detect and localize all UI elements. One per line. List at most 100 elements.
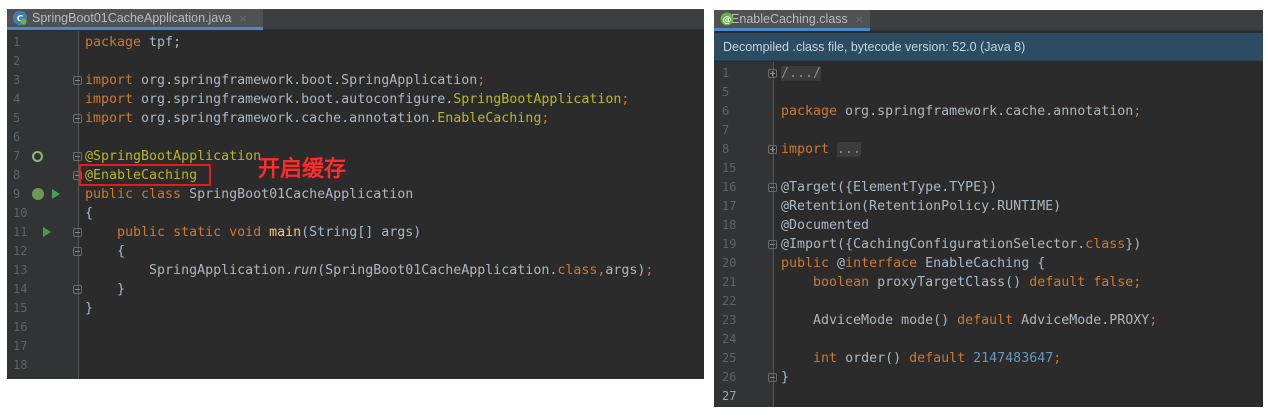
code-line[interactable]: 16 @Target({ElementType.TYPE}) [714, 178, 1263, 197]
code-line[interactable]: 20 public @interface EnableCaching { [714, 254, 1263, 273]
code-token: class, [557, 263, 606, 278]
code-line[interactable]: 6 package org.springframework.cache.annot… [714, 102, 1263, 121]
code-line[interactable]: 10 { [7, 204, 704, 223]
right-editor-pane: @ EnableCaching.class × Decompiled .clas… [714, 10, 1263, 407]
line-number: 15 [722, 161, 737, 175]
fold-marker-icon[interactable] [73, 247, 82, 256]
line-number: 18 [722, 218, 737, 232]
code-token: { [85, 244, 126, 259]
code-line[interactable]: 25 int order() default 2147483647; [714, 349, 1263, 368]
code-line[interactable]: 12 { [7, 242, 704, 261]
code-line[interactable]: 17 [7, 337, 704, 356]
code-line[interactable]: 3 import org.springframework.boot.SpringA… [7, 71, 704, 90]
run-icon[interactable] [52, 189, 60, 199]
code-token: { [85, 206, 94, 221]
spring-bean-icon[interactable] [32, 188, 44, 200]
code-token: import [85, 111, 142, 126]
code-token: ; [645, 263, 654, 278]
fold-marker-icon[interactable] [73, 76, 82, 85]
code-token: public static void [117, 225, 270, 240]
code-line[interactable]: 15} [7, 299, 704, 318]
tab-enablecaching-class[interactable]: @ EnableCaching.class × [714, 10, 870, 31]
code-token: package [781, 104, 846, 119]
code-line[interactable]: 14 } [7, 280, 704, 299]
code-text: public class SpringBoot01CacheApplicatio… [85, 185, 413, 204]
code-token: ; [1053, 351, 1062, 366]
line-number: 21 [722, 275, 737, 289]
fold-marker-icon[interactable] [768, 373, 777, 382]
code-text: package tpf; [85, 33, 181, 52]
fold-marker-icon[interactable] [768, 69, 777, 78]
code-line[interactable]: 24 [714, 330, 1263, 349]
code-text: AdviceMode mode() default AdviceMode.PRO… [781, 311, 1157, 330]
code-token: args) [605, 263, 646, 278]
code-token: ; [621, 92, 630, 107]
code-token: ; [1133, 104, 1142, 119]
fold-marker-icon[interactable] [768, 145, 777, 154]
line-number: 17 [13, 339, 28, 353]
run-icon[interactable] [43, 227, 51, 237]
code-token: } [781, 370, 790, 385]
annotation-class-icon: @ [720, 12, 734, 26]
code-token: main [269, 225, 302, 240]
close-icon[interactable]: × [238, 12, 247, 25]
fold-marker-icon[interactable] [73, 152, 82, 161]
code-line[interactable]: 5 [714, 83, 1263, 102]
code-line[interactable]: 18 [7, 356, 704, 375]
line-number: 16 [722, 180, 737, 194]
line-number: 1 [13, 35, 21, 49]
folded-region[interactable]: /.../ [781, 66, 822, 81]
code-line[interactable]: 2 [7, 52, 704, 71]
code-token: SpringBootApplication [453, 92, 622, 107]
code-line[interactable]: 13 SpringApplication.run(SpringBoot01Cac… [7, 261, 704, 280]
tab-springboot01cacheapplication[interactable]: C SpringBoot01CacheApplication.java × [7, 9, 263, 30]
code-line[interactable]: 5 import org.springframework.cache.annota… [7, 109, 704, 128]
line-number: 24 [722, 332, 737, 346]
code-line[interactable]: 19 @Import({CachingConfigurationSelector.… [714, 235, 1263, 254]
code-token: package [85, 35, 150, 50]
code-line[interactable]: 22 [714, 292, 1263, 311]
folded-region[interactable]: ... [837, 142, 862, 157]
code-line[interactable]: 21 boolean proxyTargetClass() default fa… [714, 273, 1263, 292]
fold-marker-icon[interactable] [73, 114, 82, 123]
fold-marker-icon[interactable] [768, 183, 777, 192]
code-line[interactable]: 16 [7, 318, 704, 337]
line-number: 6 [722, 104, 730, 118]
code-text: int order() default 2147483647; [781, 349, 1061, 368]
fold-marker-icon[interactable] [73, 228, 82, 237]
close-icon[interactable]: × [855, 13, 864, 26]
line-number: 4 [13, 92, 21, 106]
left-editor-body[interactable]: 1 package tpf; 2 3 import org.springframewor… [7, 31, 704, 379]
code-line[interactable]: 26} [714, 368, 1263, 387]
code-token: AdviceMode mode() [781, 313, 958, 328]
code-line[interactable]: 23 AdviceMode mode() default AdviceMode.… [714, 311, 1263, 330]
code-line[interactable]: 27 [714, 387, 1263, 406]
fold-marker-icon[interactable] [768, 240, 777, 249]
code-line[interactable]: 1 /.../ [714, 64, 1263, 83]
code-token: ; [1149, 313, 1158, 328]
code-line[interactable]: 11 public static void main(String[] args… [7, 223, 704, 242]
code-text: } [85, 280, 125, 299]
code-line[interactable]: 8 import ... [714, 140, 1263, 159]
bean-navigation-icon[interactable] [32, 151, 43, 162]
line-number: 13 [13, 263, 28, 277]
code-line[interactable]: 15 [714, 159, 1263, 178]
code-line[interactable]: 6 [7, 128, 704, 147]
code-line[interactable]: 9 public class SpringBoot01CacheApplicati… [7, 185, 704, 204]
code-line[interactable]: 7 [714, 121, 1263, 140]
line-number: 17 [722, 199, 737, 213]
line-number: 3 [13, 73, 21, 87]
code-token: 2147483647 [973, 351, 1054, 366]
line-number: 14 [13, 282, 28, 296]
enable-cache-callout: 开启缓存 [258, 157, 347, 182]
code-line[interactable]: 1 package tpf; [7, 33, 704, 52]
code-line[interactable]: 17 @Retention(RetentionPolicy.RUNTIME) [714, 197, 1263, 216]
line-number: 10 [13, 206, 28, 220]
code-line[interactable]: 18 @Documented [714, 216, 1263, 235]
right-editor-body[interactable]: 1 /.../ 5 6 package org.springframework.cach… [714, 62, 1263, 407]
code-text: SpringApplication.run(SpringBoot01CacheA… [85, 261, 653, 280]
code-line[interactable]: 4 import org.springframework.boot.autocon… [7, 90, 704, 109]
fold-marker-icon[interactable] [73, 285, 82, 294]
line-number: 9 [13, 187, 21, 201]
